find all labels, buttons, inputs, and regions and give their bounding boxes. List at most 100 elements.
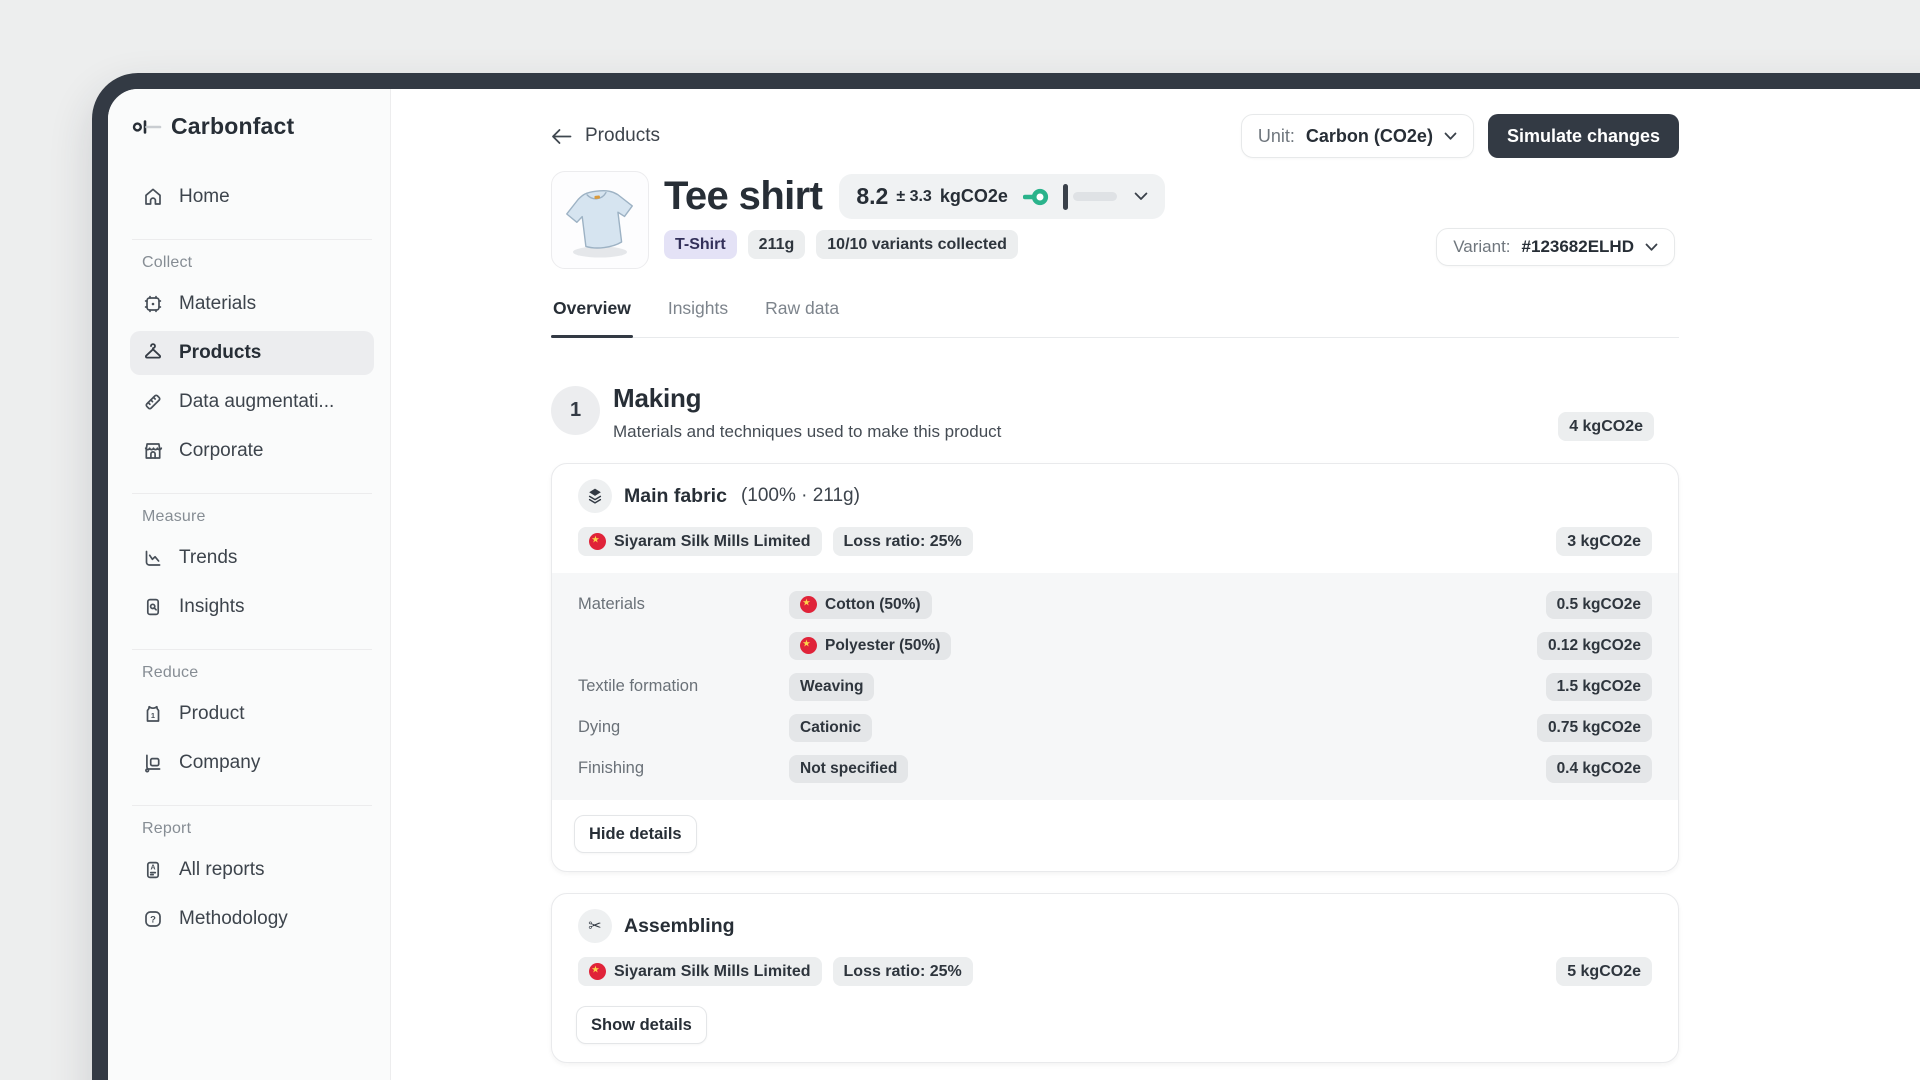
product-weight-badge: 211g: [748, 230, 806, 259]
table-row: Finishing Not specified 0.4 kgCO2e: [578, 748, 1652, 789]
carbonfact-logo-icon: [132, 116, 162, 138]
fabric-details-table: Materials ★ Cotton (50%) 0.5 kgCO2e ★ Po…: [552, 573, 1678, 800]
sidebar-item-company[interactable]: Company: [130, 741, 374, 785]
table-row: ★ Polyester (50%) 0.12 kgCO2e: [578, 625, 1652, 666]
sidebar-item-label: All reports: [179, 859, 265, 881]
section-description: Materials and techniques used to make th…: [613, 422, 1001, 442]
supplier-name: Siyaram Silk Mills Limited: [614, 963, 811, 981]
hanger-icon: [141, 341, 165, 365]
co2-unit: kgCO2e: [940, 186, 1008, 207]
scissors-icon: ✂: [588, 918, 601, 934]
sidebar-item-materials[interactable]: Materials: [130, 282, 374, 326]
sidebar-item-insights[interactable]: Insights: [130, 585, 374, 629]
svg-text:?: ?: [150, 914, 156, 925]
china-flag-icon: ★: [589, 963, 606, 980]
row-value-badge: 0.75 kgCO2e: [1537, 714, 1652, 742]
variant-selector[interactable]: Variant: #123682ELHD: [1436, 228, 1675, 266]
sidebar-item-corporate[interactable]: Corporate: [130, 429, 374, 473]
unit-selector[interactable]: Unit: Carbon (CO2e): [1241, 114, 1474, 158]
card-total-badge: 3 kgCO2e: [1556, 527, 1652, 556]
gauge-cursor: [1063, 184, 1068, 210]
section-label-reduce: Reduce: [142, 664, 374, 682]
app-window: Carbonfact Home Collect Materials Produc…: [92, 73, 1920, 1080]
assembling-icon-circle: ✂: [578, 909, 612, 943]
sidebar-item-label: Products: [179, 342, 261, 364]
layers-icon: [585, 486, 605, 506]
brand-name: Carbonfact: [171, 113, 294, 140]
row-label: Materials: [578, 595, 789, 614]
sidebar-item-all-reports[interactable]: A All reports: [130, 848, 374, 892]
unit-label: Unit:: [1258, 126, 1295, 147]
table-row: Textile formation Weaving 1.5 kgCO2e: [578, 666, 1652, 707]
card-title: Assembling: [624, 915, 735, 938]
divider: [132, 239, 372, 240]
row-value-badge: 0.5 kgCO2e: [1546, 591, 1652, 619]
product-header: Tee shirt 8.2 ± 3.3 kgCO2e: [551, 171, 1679, 269]
divider: [132, 805, 372, 806]
table-row: Dying Cationic 0.75 kgCO2e: [578, 707, 1652, 748]
tee-shirt-image: [552, 172, 648, 268]
document-search-icon: [141, 595, 165, 619]
home-icon: [141, 185, 165, 209]
sidebar-item-label: Home: [179, 186, 230, 208]
sidebar-spacer: [130, 946, 374, 1080]
report-document-icon: A: [141, 858, 165, 882]
simulate-changes-button[interactable]: Simulate changes: [1488, 114, 1679, 158]
supplier-badge: ★ Siyaram Silk Mills Limited: [578, 957, 822, 986]
sidebar-item-methodology[interactable]: ? Methodology: [130, 897, 374, 941]
row-label: Finishing: [578, 759, 789, 778]
co2-tolerance: ± 3.3: [896, 188, 931, 206]
sidebar-item-label: Corporate: [179, 440, 264, 462]
supplier-name: Siyaram Silk Mills Limited: [614, 533, 811, 551]
row-value-badge: 1.5 kgCO2e: [1546, 673, 1652, 701]
variant-value: #123682ELHD: [1522, 237, 1634, 257]
tank-top-icon: 1: [141, 702, 165, 726]
breadcrumb-label: Products: [585, 125, 660, 147]
sidebar-item-product[interactable]: 1 Product: [130, 692, 374, 736]
breadcrumb-back[interactable]: Products: [551, 125, 660, 147]
tab-overview[interactable]: Overview: [551, 298, 633, 337]
hide-details-button[interactable]: Hide details: [574, 815, 697, 853]
unit-value: Carbon (CO2e): [1306, 126, 1433, 147]
tab-raw-data[interactable]: Raw data: [763, 298, 841, 337]
table-row: Materials ★ Cotton (50%) 0.5 kgCO2e: [578, 584, 1652, 625]
material-badge: ★ Polyester (50%): [789, 632, 951, 660]
section-label-collect: Collect: [142, 254, 374, 272]
brand[interactable]: Carbonfact: [132, 113, 374, 140]
chevron-down-icon: [1134, 192, 1148, 201]
sidebar-item-label: Trends: [179, 547, 237, 569]
sidebar-item-home[interactable]: Home: [130, 175, 374, 219]
show-details-button[interactable]: Show details: [576, 1006, 707, 1044]
row-label: Dying: [578, 718, 789, 737]
co2-value: 8.2: [856, 183, 888, 210]
tab-bar: Overview Insights Raw data: [551, 298, 1679, 338]
top-bar: Products Unit: Carbon (CO2e) Simulate ch…: [551, 114, 1679, 158]
tab-insights[interactable]: Insights: [666, 298, 730, 337]
section-label-report: Report: [142, 820, 374, 838]
card-total-badge: 5 kgCO2e: [1556, 957, 1652, 986]
process-badge: Cationic: [789, 714, 872, 742]
hand-truck-icon: [141, 751, 165, 775]
gauge-track: [1073, 192, 1117, 201]
co2-score-dropdown[interactable]: 8.2 ± 3.3 kgCO2e: [839, 174, 1164, 219]
china-flag-icon: ★: [800, 637, 817, 654]
sidebar-item-data-augmentation[interactable]: Data augmentati...: [130, 380, 374, 424]
making-section-header: 1 Making Materials and techniques used t…: [551, 383, 1679, 442]
china-flag-icon: ★: [589, 533, 606, 550]
row-value-badge: 0.12 kgCO2e: [1537, 632, 1652, 660]
sidebar-item-trends[interactable]: Trends: [130, 536, 374, 580]
step-number: 1: [551, 386, 600, 435]
material-name: Polyester (50%): [825, 637, 940, 655]
trend-chart-icon: [141, 546, 165, 570]
svg-text:A: A: [150, 865, 155, 872]
sidebar-item-label: Product: [179, 703, 244, 725]
fabric-icon-circle: [578, 479, 612, 513]
sidebar-item-products[interactable]: Products: [130, 331, 374, 375]
variants-collected-badge: 10/10 variants collected: [816, 230, 1018, 259]
variant-label: Variant:: [1453, 237, 1510, 257]
uncertainty-gauge: [1063, 184, 1117, 210]
svg-text:1: 1: [151, 711, 155, 720]
sidebar-item-label: Data augmentati...: [179, 391, 334, 413]
process-badge: Not specified: [789, 755, 908, 783]
main-content: Products Unit: Carbon (CO2e) Simulate ch…: [391, 89, 1920, 1080]
